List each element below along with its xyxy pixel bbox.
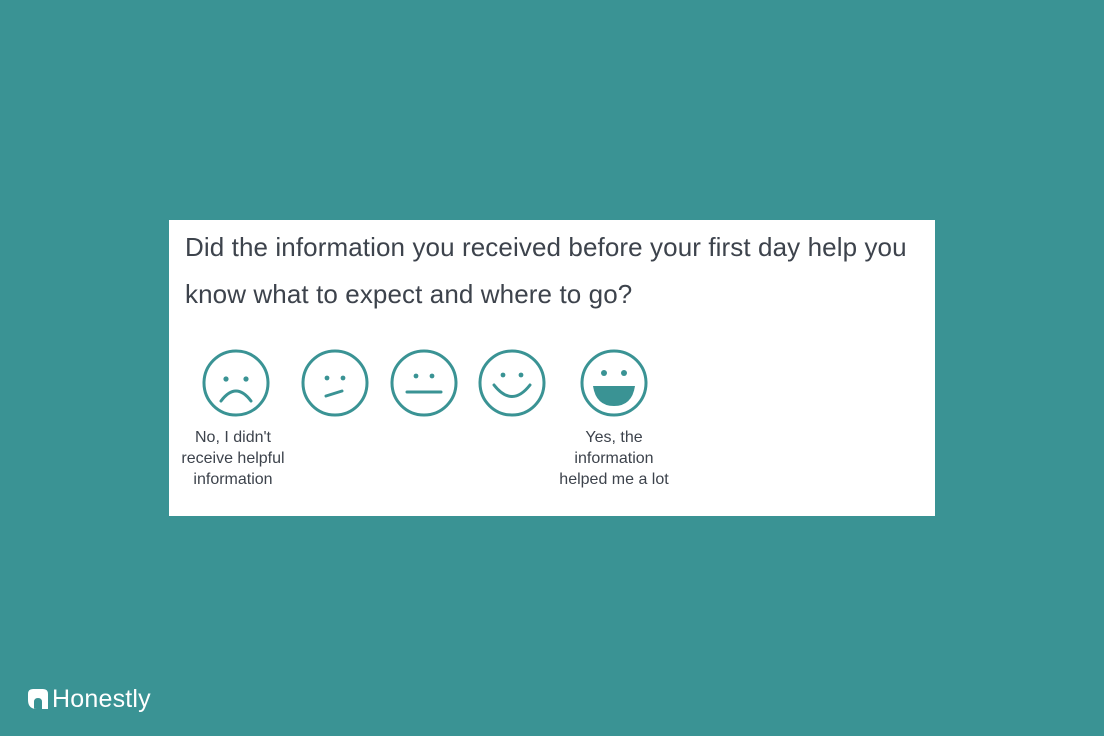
rating-option-5[interactable] (577, 346, 651, 420)
page-background: Did the information you received before … (0, 0, 1104, 736)
rating-option-2[interactable] (298, 346, 372, 420)
rating-scale: No, I didn't receive helpful information… (169, 346, 935, 516)
survey-card: Did the information you received before … (169, 220, 935, 516)
honestly-logo-icon (28, 689, 48, 709)
rating-option-3[interactable] (387, 346, 461, 420)
high-rating-caption: Yes, the information helped me a lot (559, 429, 669, 488)
very-sad-face-icon (202, 349, 270, 417)
neutral-face-icon (390, 349, 458, 417)
low-rating-caption: No, I didn't receive helpful information (181, 429, 285, 488)
brand-logo: Honestly (27, 684, 151, 714)
rating-option-4[interactable] (475, 346, 549, 420)
brand-name: Honestly (52, 685, 151, 713)
rating-option-1[interactable] (199, 346, 273, 420)
big-smile-face-icon (580, 349, 648, 417)
smile-face-icon (478, 349, 546, 417)
survey-question: Did the information you received before … (185, 232, 907, 309)
unsure-face-icon (301, 349, 369, 417)
